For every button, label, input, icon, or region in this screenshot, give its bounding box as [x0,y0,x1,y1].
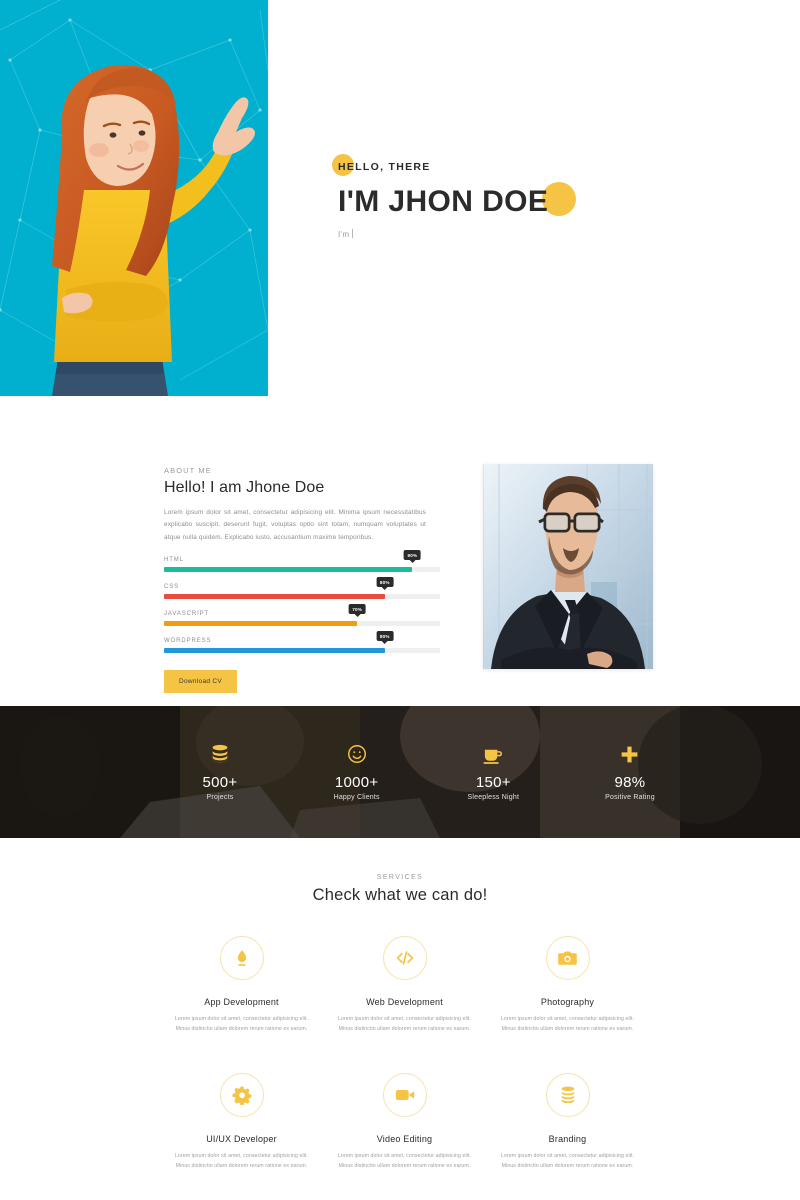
skill-label: WORDPRESS [164,638,212,645]
skill-fill [164,621,358,627]
service-name: Branding [548,1133,587,1144]
services-header: SERVICES Check what we can do! [0,838,800,905]
layers-icon [545,1072,590,1117]
about-portrait-photo [483,464,653,669]
skill-value-badge: 80% [376,631,394,645]
stats-row: 500+ Projects 1000+ Happy Clients 150+ S… [160,742,690,801]
video-icon [382,1072,427,1117]
skill-item: WORDPRESS 80% [164,631,440,654]
skill-label: JAVASCRIPT [164,611,210,618]
service-card[interactable]: App Development Lorem ipsum dolor sit am… [160,936,323,1035]
hero-photo [0,0,268,396]
hero-typed-line: I'm [338,229,758,239]
services-eyebrow: SERVICES [376,874,424,881]
portfolio-page: HELLO, THERE I'M JHON DOE I'm ABOUT ME H… [0,0,800,1200]
skill-fill [164,648,385,654]
service-name: Photography [540,997,595,1007]
skill-item: CSS 80% [164,577,440,600]
gear-icon [219,1072,264,1117]
skill-label: CSS [164,584,180,591]
hero-person-illustration [52,64,255,396]
service-name: Web Development [366,997,443,1007]
hero-greeting: HELLO, THERE [332,154,431,178]
service-card[interactable]: Branding Lorem ipsum dolor sit amet, con… [486,1072,649,1172]
hero-name: I'M JHON DOE [338,182,758,219]
camera-icon [545,936,590,980]
service-desc: Lorem ipsum dolor sit amet, consectetur … [337,1152,472,1170]
service-card[interactable]: Web Development Lorem ipsum dolor sit am… [323,936,486,1035]
about-eyebrow: ABOUT ME [164,466,212,475]
stat-number: 1000+ [334,774,379,791]
hero-text-block: HELLO, THERE I'M JHON DOE I'm [332,154,758,239]
service-card[interactable]: Photography Lorem ipsum dolor sit amet, … [486,936,649,1035]
skills-list: HTML 90% CSS 80% JAVASCRIPT 70% WORDPRES… [164,550,440,654]
skill-item: HTML 90% [164,550,440,573]
skill-track: 70% [164,604,440,627]
skill-label: HTML [164,557,184,564]
service-card[interactable]: UI/UX Developer Lorem ipsum dolor sit am… [160,1072,323,1172]
skill-track: 90% [164,550,440,573]
service-card[interactable]: Video Editing Lorem ipsum dolor sit amet… [323,1072,486,1172]
ink-drop-icon [219,936,264,980]
skill-track: 80% [164,577,440,600]
greeting-text: HELLO, THERE [338,161,431,173]
skill-fill [164,594,385,600]
stat-item: 98% Positive Rating [570,742,690,801]
services-title: Check what we can do! [312,886,488,904]
smiley-icon [297,742,417,766]
service-desc: Lorem ipsum dolor sit amet, consectetur … [174,1152,309,1170]
skill-value-badge: 70% [348,604,366,618]
skill-fill [164,567,413,573]
stat-item: 500+ Projects [160,742,280,801]
services-section: SERVICES Check what we can do! App Devel… [0,838,800,1200]
stats-section: 500+ Projects 1000+ Happy Clients 150+ S… [0,706,800,838]
stat-number: 500+ [202,774,238,791]
service-name: UI/UX Developer [206,1133,277,1144]
coins-icon [160,742,280,766]
service-name: Video Editing [376,1133,433,1144]
about-title: Hello! I am Jhone Doe [164,479,325,496]
stat-label: Sleepless Night [467,794,520,801]
stat-label: Positive Rating [605,794,655,801]
name-text: I'M JHON DOE [338,185,549,218]
service-desc: Lorem ipsum dolor sit amet, consectetur … [337,1016,472,1033]
stat-number: 150+ [475,774,511,791]
service-desc: Lorem ipsum dolor sit amet, consectetur … [174,1016,309,1033]
about-body: Lorem ipsum dolor sit amet, consectetur … [164,509,426,541]
skill-value-badge: 90% [403,550,421,564]
download-cv-button[interactable]: Download CV [164,670,238,694]
man-in-suit-illustration [483,464,653,669]
coffee-icon [433,742,553,766]
about-content: ABOUT ME Hello! I am Jhone Doe Lorem ips… [164,466,440,694]
about-section: ABOUT ME Hello! I am Jhone Doe Lorem ips… [0,396,800,706]
hero-section: HELLO, THERE I'M JHON DOE I'm [0,0,800,396]
stat-item: 1000+ Happy Clients [297,742,417,801]
plus-icon [570,742,690,766]
skill-value-badge: 80% [376,577,394,591]
typing-cursor [352,229,354,238]
stat-item: 150+ Sleepless Night [433,742,553,801]
service-desc: Lorem ipsum dolor sit amet, consectetur … [500,1152,635,1170]
stat-label: Happy Clients [333,794,380,801]
service-desc: Lorem ipsum dolor sit amet, consectetur … [500,1016,635,1033]
code-icon [382,936,427,980]
skill-track: 80% [164,631,440,654]
stat-label: Projects [206,794,234,801]
typed-prefix: I'm [338,230,350,239]
stat-number: 98% [614,774,646,791]
skill-item: JAVASCRIPT 70% [164,604,440,627]
service-name: App Development [204,997,279,1007]
services-grid: App Development Lorem ipsum dolor sit am… [160,936,650,1200]
